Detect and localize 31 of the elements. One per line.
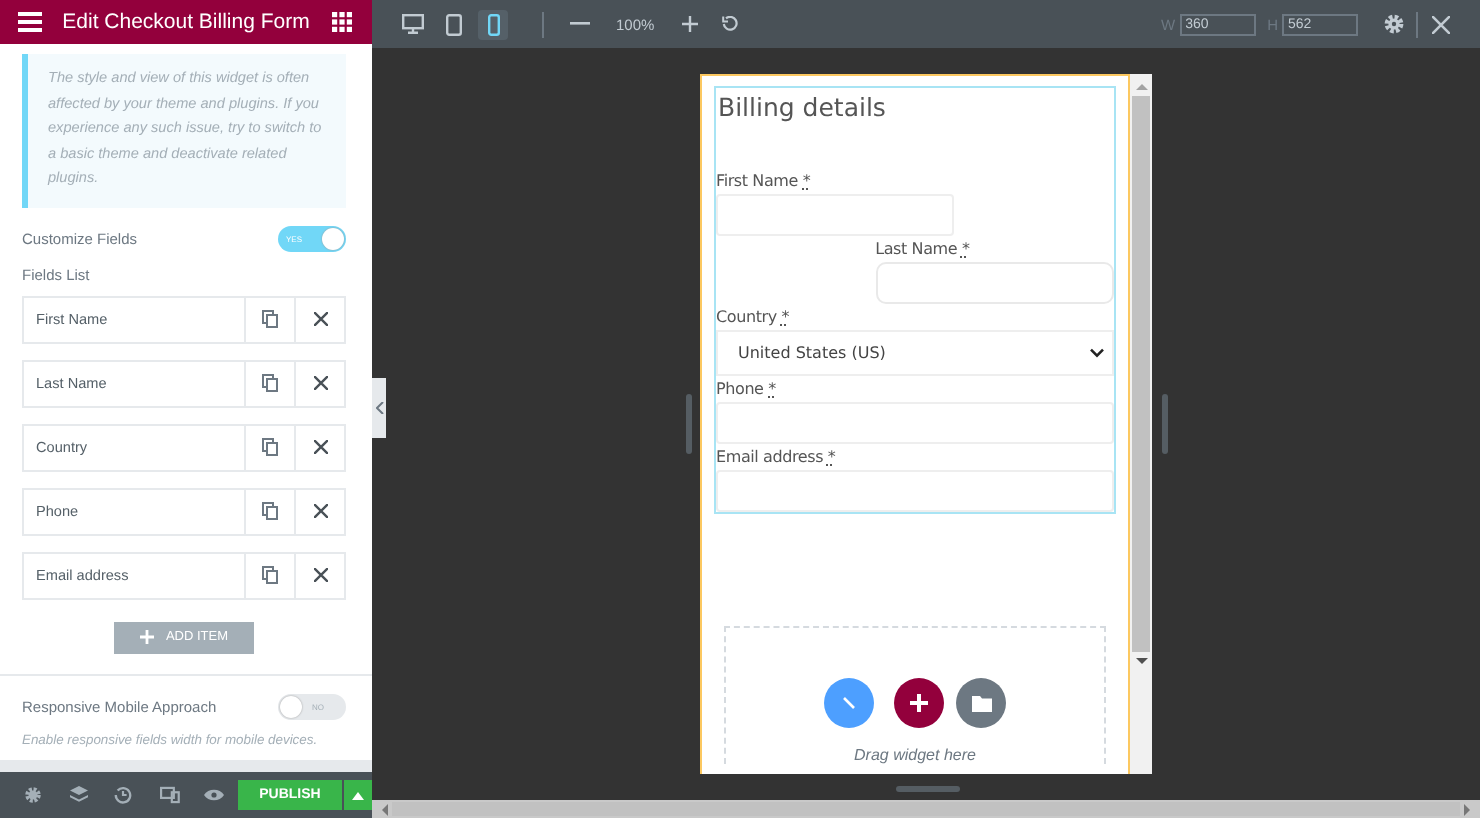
magic-wand-icon[interactable] xyxy=(824,678,874,728)
resize-handle[interactable] xyxy=(686,394,692,454)
drop-hint: Drag widget here xyxy=(854,746,976,764)
publish-options-button[interactable] xyxy=(344,780,373,810)
plus-icon xyxy=(139,630,154,644)
panel-title: Edit Checkout Billing Form xyxy=(60,10,312,34)
field-label: Email address * xyxy=(716,446,838,470)
caret-up-icon xyxy=(352,791,365,799)
scrollbar[interactable] xyxy=(372,800,1480,818)
collapse-handle[interactable] xyxy=(372,378,386,438)
grid-icon[interactable] xyxy=(328,8,356,36)
text-field[interactable] xyxy=(875,262,1114,304)
add-icon[interactable] xyxy=(894,678,944,728)
folder-icon[interactable] xyxy=(956,678,1006,728)
field-label: Country * xyxy=(716,306,792,330)
scrollbar[interactable] xyxy=(1130,74,1152,774)
chevron-down-icon xyxy=(1090,348,1104,358)
form-title: Billing details xyxy=(716,92,888,126)
field-label: Last Name * xyxy=(875,238,972,262)
desktop-icon[interactable] xyxy=(398,9,428,39)
text-field[interactable] xyxy=(716,402,1114,444)
country-select[interactable]: United States (US) xyxy=(716,330,1114,376)
menu-icon[interactable] xyxy=(16,8,44,36)
resize-handle[interactable] xyxy=(896,786,960,792)
mobile-icon[interactable] xyxy=(478,9,508,39)
settings-icon[interactable] xyxy=(1382,9,1406,39)
resize-handle[interactable] xyxy=(1162,394,1168,454)
field-label: First Name * xyxy=(716,170,813,194)
text-field[interactable] xyxy=(716,194,955,236)
field-label: Phone * xyxy=(716,378,778,402)
text-field[interactable] xyxy=(716,470,1114,512)
